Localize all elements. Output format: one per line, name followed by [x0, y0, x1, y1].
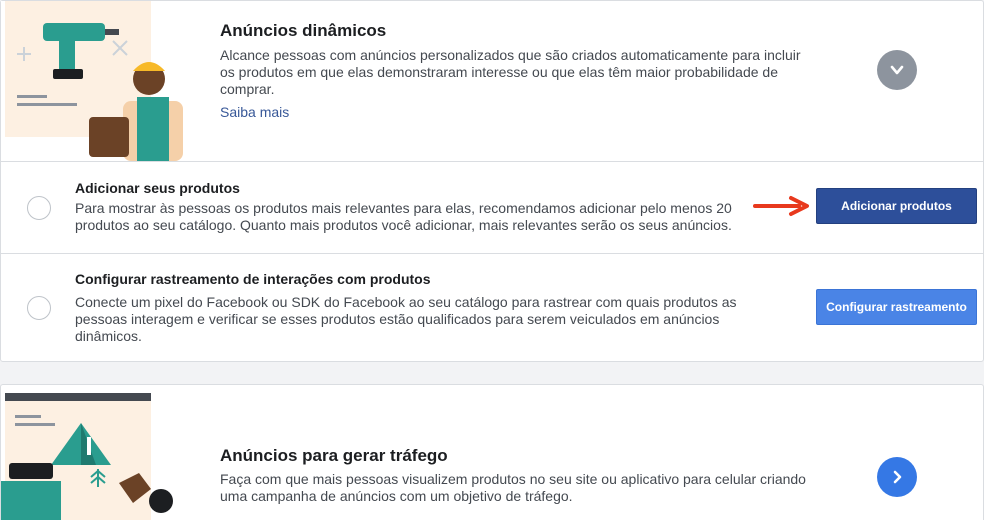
description-line: comprar.: [220, 81, 275, 97]
step-radio-configure-tracking[interactable]: [27, 296, 51, 320]
configure-tracking-title: Configurar rastreamento de interações co…: [75, 271, 431, 287]
dynamic-ads-description: Alcance pessoas com anúncios personaliza…: [220, 47, 840, 98]
traffic-ads-description: Faça com que mais pessoas visualizem pro…: [220, 471, 840, 505]
description-line: Para mostrar às pessoas os produtos mais…: [75, 200, 732, 216]
add-products-title: Adicionar seus produtos: [75, 180, 240, 196]
description-line: Alcance pessoas com anúncios personaliza…: [220, 47, 801, 63]
chevron-right-icon: [893, 470, 902, 484]
learn-more-link[interactable]: Saiba mais: [220, 104, 289, 120]
section-divider: [1, 161, 984, 162]
description-line: pessoas interagem e verificar se esses p…: [75, 311, 720, 327]
dynamic-ads-illustration: [1, 1, 191, 161]
expand-toggle-button[interactable]: [877, 50, 917, 90]
open-traffic-ads-button[interactable]: [877, 457, 917, 497]
description-line: dinâmicos.: [75, 328, 142, 344]
configure-tracking-description: Conecte um pixel do Facebook ou SDK do F…: [75, 294, 775, 345]
description-line: os produtos em que elas demonstraram int…: [220, 64, 778, 80]
description-line: produtos ao seu catálogo. Quanto mais pr…: [75, 217, 732, 233]
traffic-ads-card: Anúncios para gerar tráfego Faça com que…: [0, 384, 984, 520]
description-line: Conecte um pixel do Facebook ou SDK do F…: [75, 294, 737, 310]
traffic-ads-title: Anúncios para gerar tráfego: [220, 446, 448, 465]
description-line: uma campanha de anúncios com um objetivo…: [220, 488, 573, 504]
add-products-description: Para mostrar às pessoas os produtos mais…: [75, 200, 755, 234]
configure-tracking-button[interactable]: Configurar rastreamento: [816, 289, 977, 325]
chevron-down-icon: [890, 65, 904, 75]
traffic-ads-illustration: [1, 393, 191, 520]
add-products-button[interactable]: Adicionar produtos: [816, 188, 977, 224]
step-radio-add-products[interactable]: [27, 196, 51, 220]
dynamic-ads-card: Anúncios dinâmicos Alcance pessoas com a…: [0, 0, 984, 362]
red-arrow-icon: [753, 196, 809, 216]
section-divider: [1, 253, 984, 254]
description-line: Faça com que mais pessoas visualizem pro…: [220, 471, 806, 487]
dynamic-ads-title: Anúncios dinâmicos: [220, 21, 387, 40]
